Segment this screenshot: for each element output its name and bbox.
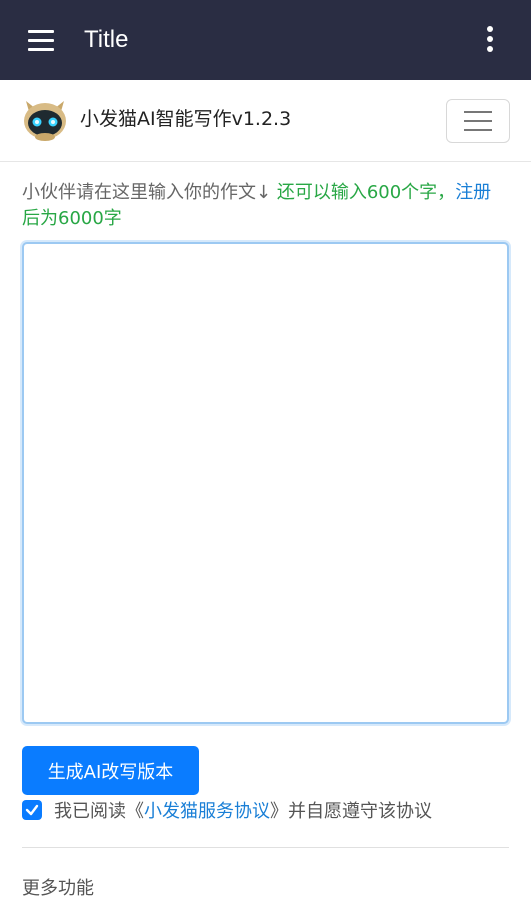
more-vert-icon[interactable] bbox=[476, 22, 504, 56]
section-divider bbox=[22, 847, 509, 848]
agreement-suffix: 》并自愿遵守该协议 bbox=[270, 801, 432, 822]
navbar-toggle-button[interactable] bbox=[446, 99, 510, 143]
agreement-row: 我已阅读《 小发猫服务协议 》并自愿遵守该协议 bbox=[22, 796, 517, 824]
instruction-text: 小伙伴请在这里输入你的作文↓ bbox=[22, 182, 272, 203]
remaining-count-text: 还可以输入600个字， bbox=[276, 182, 456, 203]
essay-input[interactable] bbox=[22, 242, 509, 724]
app-bar: Title bbox=[0, 0, 531, 80]
brand-title[interactable]: 小发猫AI智能写作v1.2.3 bbox=[80, 104, 291, 134]
input-instructions: 小伙伴请在这里输入你的作文↓ 还可以输入600个字，注册后为6000字 bbox=[22, 180, 492, 232]
hamburger-menu-icon[interactable] bbox=[22, 22, 60, 58]
generate-rewrite-button[interactable]: 生成AI改写版本 bbox=[22, 746, 199, 795]
more-features-heading[interactable]: 更多功能 bbox=[22, 876, 94, 902]
service-agreement-link[interactable]: 小发猫服务协议 bbox=[144, 797, 270, 823]
after-register-text: 后为6000字 bbox=[22, 208, 122, 229]
agreement-checkbox[interactable] bbox=[22, 800, 42, 820]
register-link[interactable]: 注册 bbox=[455, 182, 491, 203]
checkmark-icon bbox=[25, 804, 39, 816]
app-title: Title bbox=[84, 26, 129, 53]
hamburger-toggle-icon bbox=[464, 111, 492, 113]
cat-robot-logo[interactable] bbox=[20, 97, 70, 143]
site-navbar: 小发猫AI智能写作v1.2.3 bbox=[0, 80, 531, 162]
agreement-prefix: 我已阅读《 bbox=[54, 801, 144, 822]
